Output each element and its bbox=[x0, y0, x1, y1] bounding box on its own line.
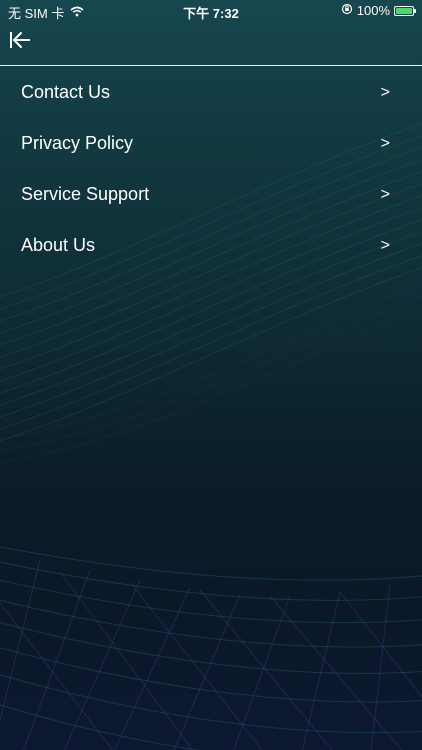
rotation-lock-icon bbox=[341, 3, 353, 18]
battery-charging-icon bbox=[394, 5, 416, 16]
chevron-right-icon: > bbox=[380, 84, 390, 101]
status-right: 100% bbox=[341, 3, 416, 18]
navigation-bar bbox=[0, 22, 422, 66]
menu-item-label: Contact Us bbox=[21, 82, 111, 102]
menu-item-label: Privacy Policy bbox=[21, 133, 134, 153]
menu-item-service-support[interactable]: Service Support > bbox=[0, 168, 422, 219]
menu-item-privacy-policy[interactable]: Privacy Policy > bbox=[0, 117, 422, 168]
battery-percent: 100% bbox=[356, 3, 390, 18]
status-bar: 无 SIM 卡 下午 7:32 100% bbox=[0, 0, 422, 22]
chevron-right-icon: > bbox=[380, 237, 390, 254]
menu-item-contact-us[interactable]: Contact Us > bbox=[0, 66, 422, 117]
chevron-right-icon: > bbox=[380, 186, 390, 203]
back-button[interactable] bbox=[8, 28, 34, 52]
chevron-right-icon: > bbox=[380, 135, 390, 152]
menu-item-about-us[interactable]: About Us > bbox=[0, 219, 422, 270]
back-arrow-icon bbox=[10, 32, 30, 48]
menu-item-label: About Us bbox=[21, 235, 96, 255]
menu-item-label: Service Support bbox=[21, 184, 150, 204]
settings-menu-list: Contact Us > Privacy Policy > Service Su… bbox=[0, 66, 422, 270]
